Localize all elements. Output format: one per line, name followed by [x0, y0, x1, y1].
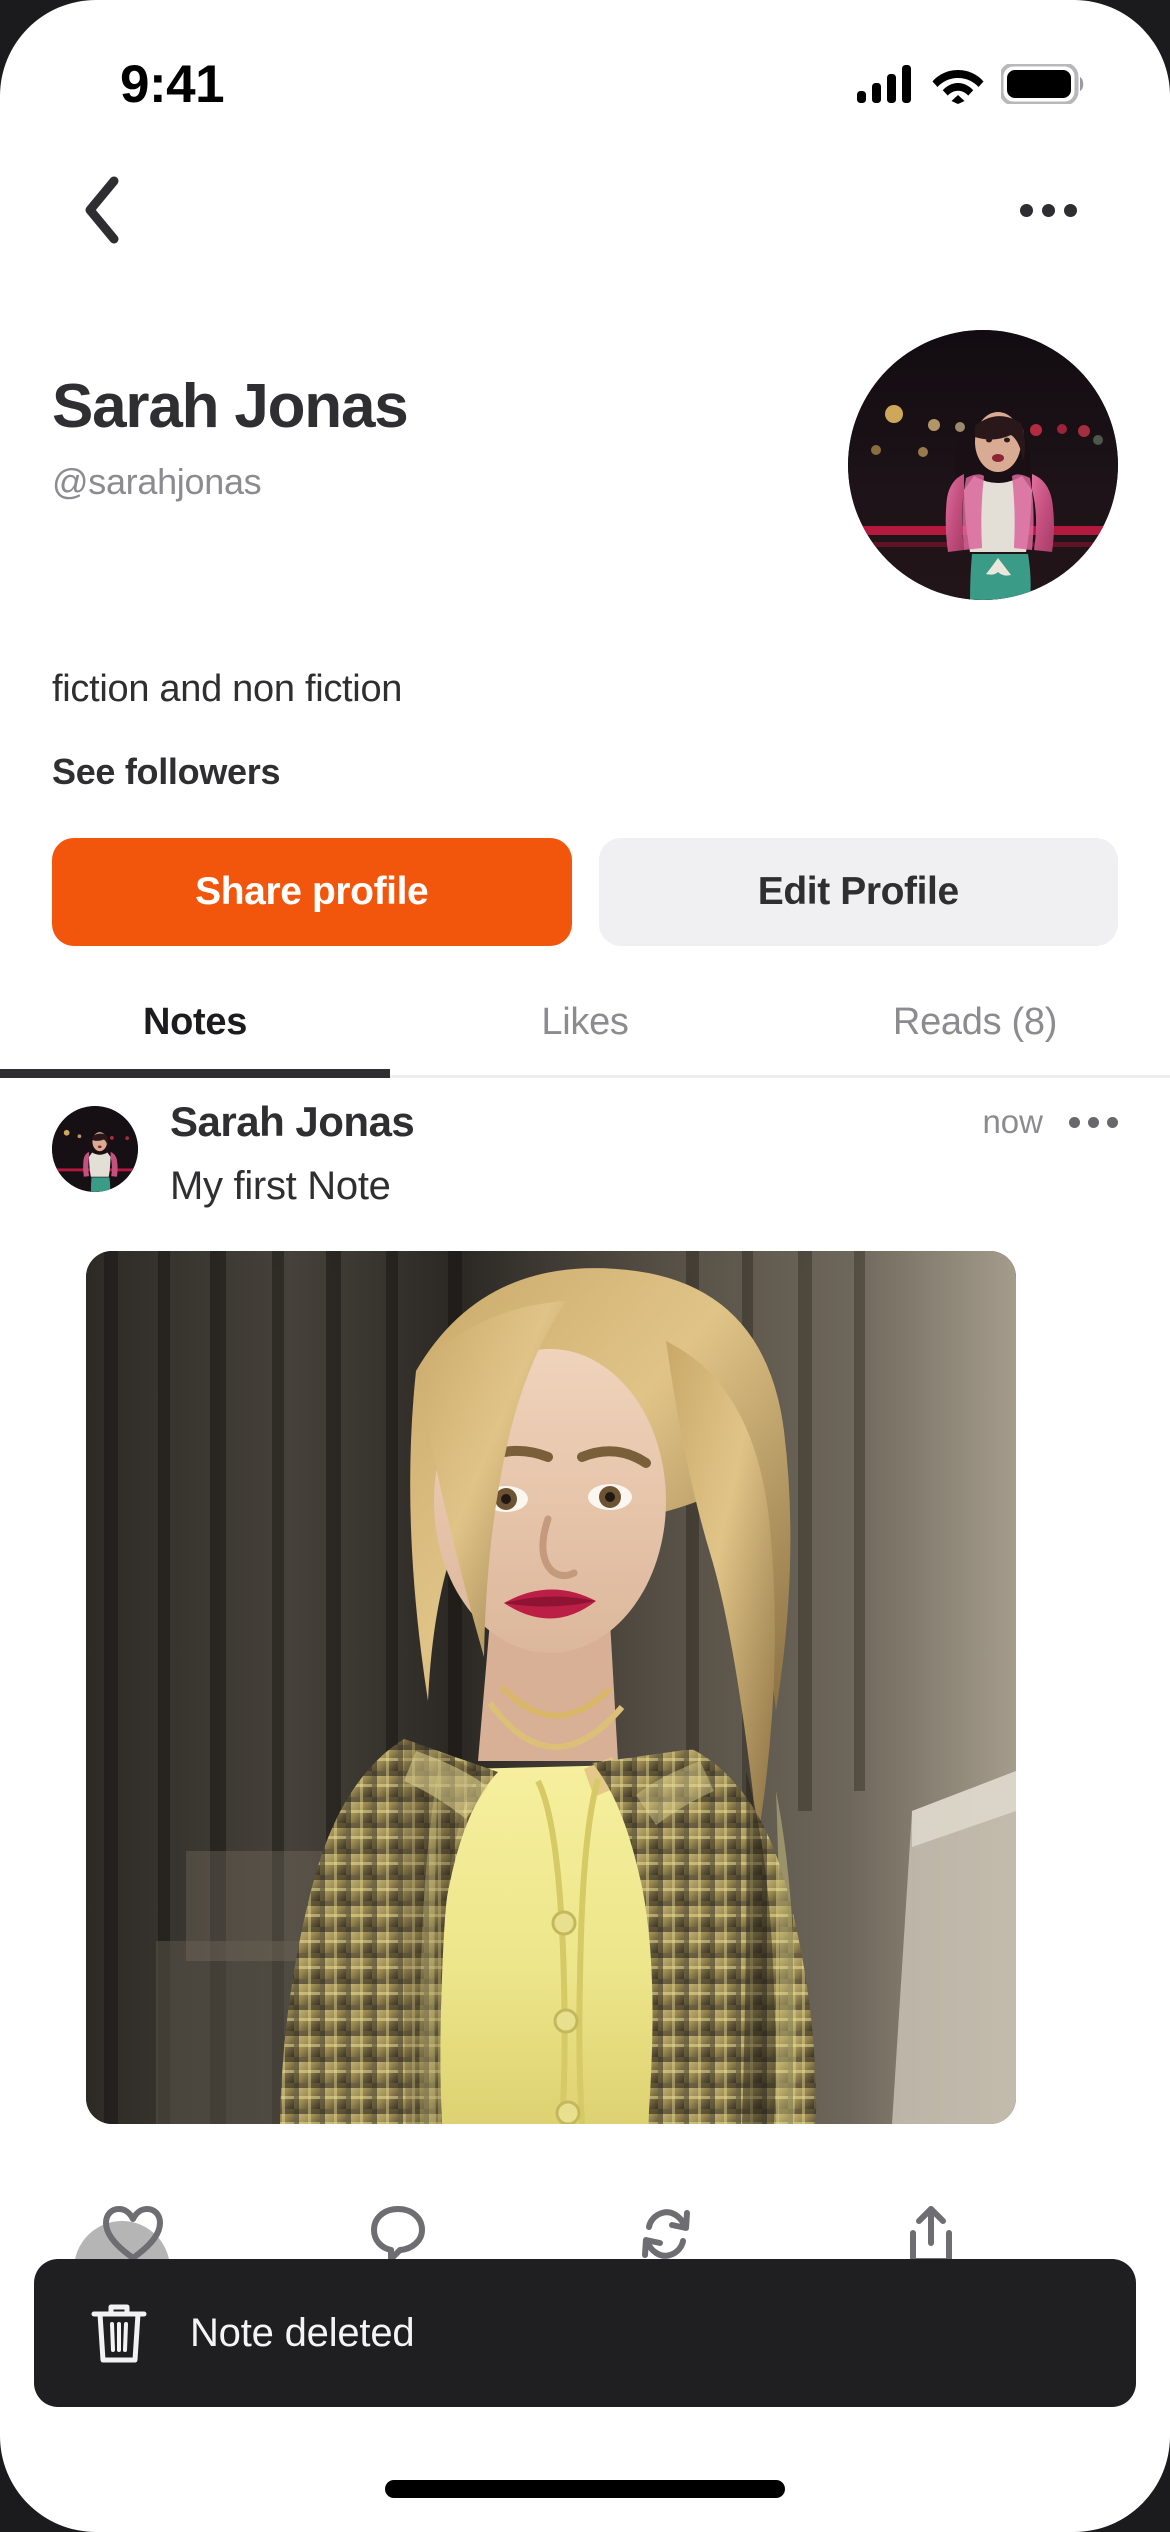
status-bar: 9:41 [0, 0, 1170, 150]
repost-icon [642, 2209, 690, 2259]
status-icons [857, 64, 1085, 104]
profile-name: Sarah Jonas [52, 372, 409, 441]
note-timestamp: now [982, 1103, 1043, 1140]
note-author-avatar[interactable] [52, 1106, 138, 1192]
profile-identity: Sarah Jonas @sarahjonas [52, 330, 409, 503]
battery-full-icon [1001, 64, 1084, 104]
note-item: Sarah Jonas now My first Note [0, 1098, 1170, 2124]
trash-icon [91, 2304, 147, 2363]
profile-bio: fiction and non fiction [52, 668, 403, 710]
profile-section: Sarah Jonas @sarahjonas fiction and non … [0, 330, 1170, 946]
tab-notes[interactable]: Notes [0, 970, 390, 1078]
share-profile-button[interactable]: Share profile [52, 838, 572, 946]
more-horizontal-icon [1069, 1116, 1080, 1128]
status-time: 9:41 [120, 54, 225, 114]
tab-reads[interactable]: Reads (8) [780, 970, 1170, 1075]
phone-screen: 9:41 Sarah Jonas @sarahjonas fiction and… [0, 0, 1170, 2532]
profile-tabs: Notes Likes Reads (8) [0, 970, 1170, 1078]
toast-notification[interactable]: Note deleted [34, 2259, 1136, 2407]
avatar-image [848, 330, 1118, 600]
back-button[interactable] [62, 170, 142, 250]
note-author-row: Sarah Jonas now [170, 1098, 1118, 1146]
profile-avatar[interactable] [848, 330, 1118, 600]
home-indicator[interactable] [385, 2480, 785, 2498]
note-text: My first Note [170, 1164, 391, 1208]
note-meta: now [982, 1103, 1118, 1141]
note-author-name: Sarah Jonas [170, 1098, 415, 1145]
profile-handle: @sarahjonas [52, 461, 262, 503]
heart-icon [103, 2206, 163, 2261]
cellular-signal-icon [857, 65, 911, 103]
more-horizontal-icon [1041, 203, 1055, 217]
chevron-left-icon [85, 176, 119, 244]
profile-header-row: Sarah Jonas @sarahjonas [52, 330, 1118, 600]
wifi-icon [932, 69, 984, 104]
note-content: Sarah Jonas now My first Note [170, 1098, 1118, 1209]
avatar-image [52, 1106, 138, 1192]
edit-profile-button[interactable]: Edit Profile [598, 838, 1118, 946]
note-photo[interactable] [86, 1251, 1016, 2124]
tab-likes[interactable]: Likes [390, 970, 780, 1075]
toast-message: Note deleted [190, 2310, 415, 2355]
share-up-arrow-icon [909, 2206, 952, 2264]
see-followers-link[interactable]: See followers [52, 751, 280, 793]
note-more-button[interactable] [1069, 1116, 1118, 1128]
note-photo-image [86, 1251, 1016, 2124]
note-header: Sarah Jonas now My first Note [52, 1098, 1118, 1209]
comment-bubble-icon [370, 2206, 425, 2262]
profile-action-buttons: Share profile Edit Profile [52, 838, 1118, 946]
more-horizontal-icon [1019, 203, 1033, 217]
nav-bar [0, 155, 1170, 265]
more-horizontal-icon [1088, 1116, 1099, 1128]
more-horizontal-icon [1063, 203, 1077, 217]
more-options-button[interactable] [1008, 170, 1088, 250]
more-horizontal-icon [1107, 1116, 1118, 1128]
